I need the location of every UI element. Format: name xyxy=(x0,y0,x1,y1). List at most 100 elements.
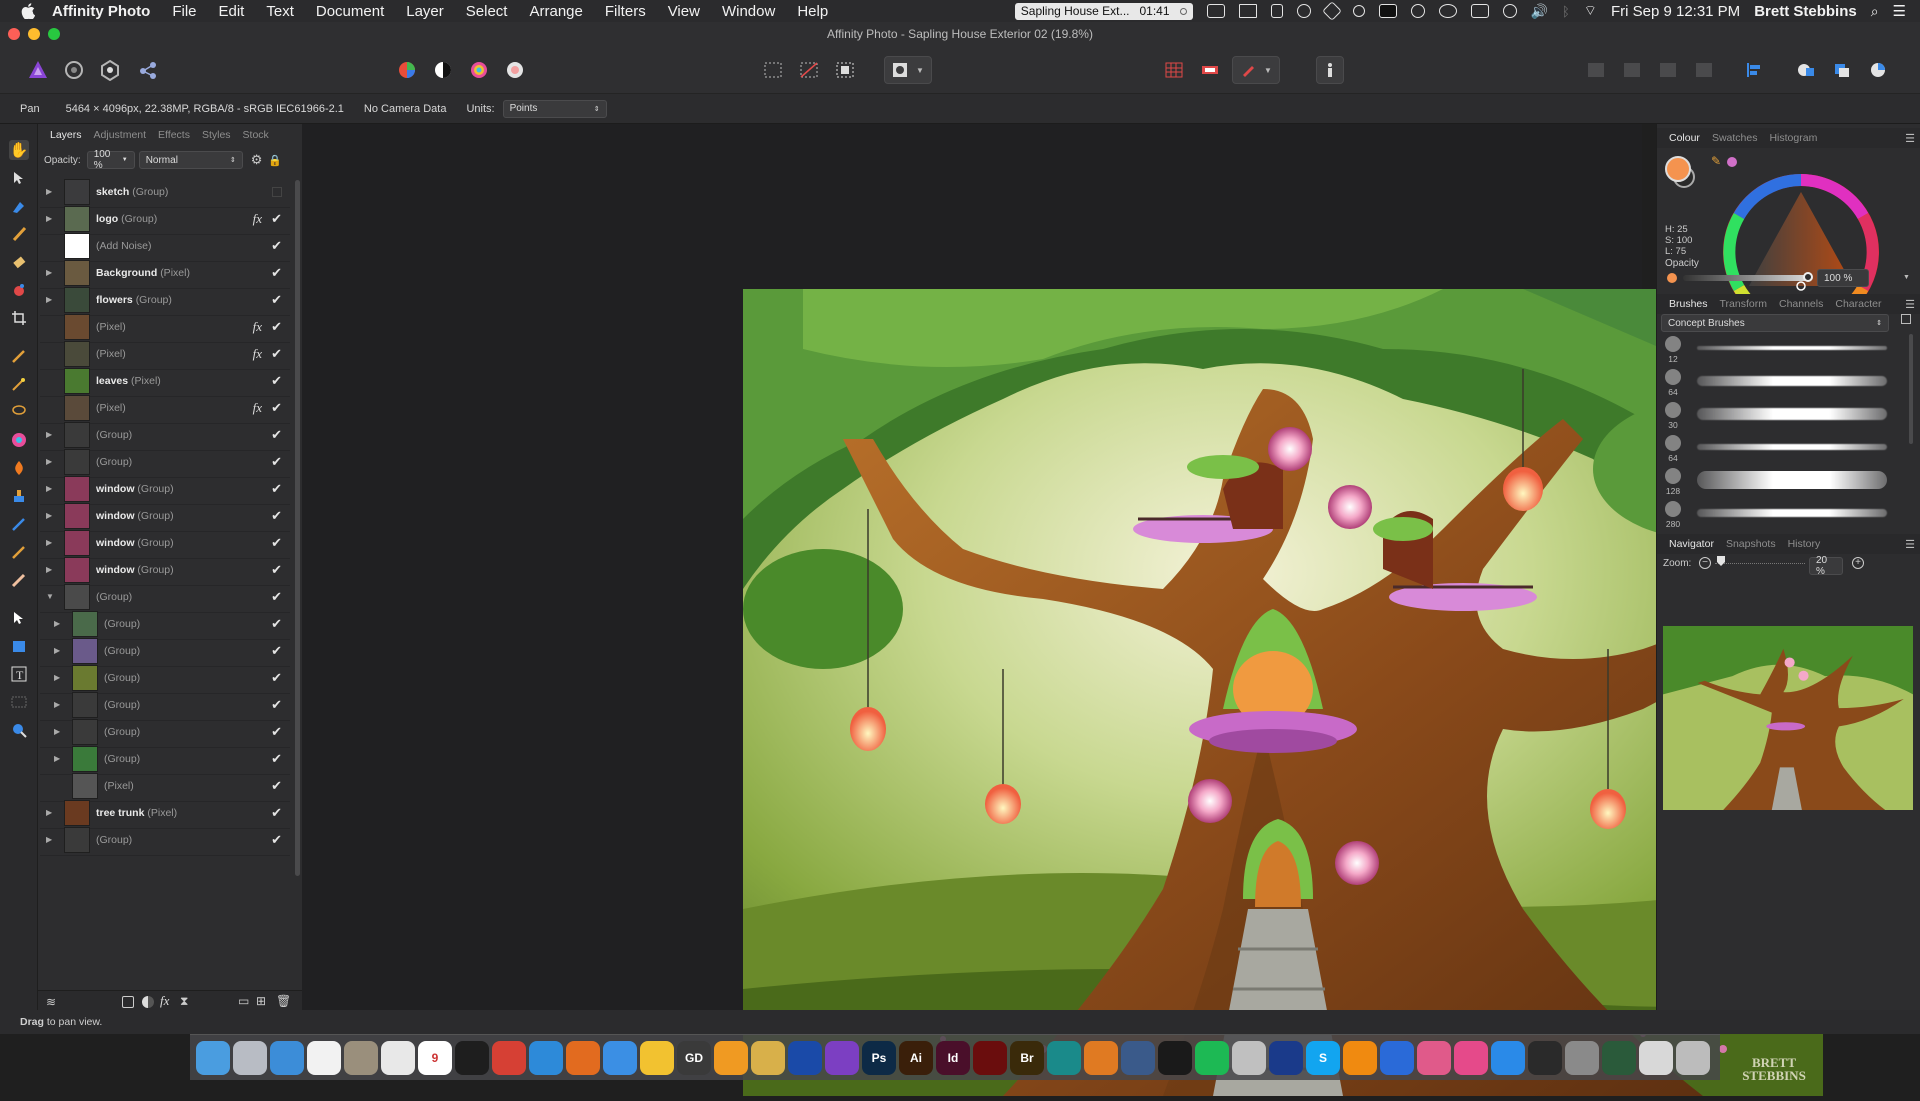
expand-arrow-icon[interactable]: ▶ xyxy=(46,808,58,817)
assistant-options-button[interactable]: ▼ xyxy=(1232,56,1280,84)
zoom-field[interactable]: 20 % xyxy=(1809,555,1843,577)
brush-stroke-preview[interactable] xyxy=(1697,471,1887,489)
visibility-checkbox[interactable]: ✔ xyxy=(271,643,282,659)
canvas-area[interactable]: BRETT STEBBINS xyxy=(302,124,1843,1096)
mask-icon[interactable] xyxy=(122,996,134,1008)
auto-contrast-icon[interactable] xyxy=(429,56,457,84)
develop-persona-icon[interactable] xyxy=(96,56,124,84)
deselect-icon[interactable] xyxy=(795,56,823,84)
expand-arrow-icon[interactable]: ▶ xyxy=(46,835,58,844)
menubar-datetime[interactable]: Fri Sep 9 12:31 PM xyxy=(1611,3,1740,20)
dodge-brush-icon[interactable] xyxy=(9,570,29,590)
close-window-button[interactable] xyxy=(8,28,20,40)
dock-app-icon[interactable]: 9 xyxy=(418,1040,452,1075)
visibility-checkbox[interactable] xyxy=(272,187,282,197)
visibility-checkbox[interactable]: ✔ xyxy=(271,319,282,335)
fx-icon[interactable]: fx xyxy=(160,993,169,1009)
airplay-icon[interactable] xyxy=(1470,4,1489,18)
visibility-checkbox[interactable]: ✔ xyxy=(271,508,282,524)
brush-stroke-preview[interactable] xyxy=(1697,509,1887,517)
visibility-checkbox[interactable]: ✔ xyxy=(271,751,282,767)
dock-app-icon[interactable] xyxy=(1639,1040,1673,1075)
arrange-front-icon[interactable] xyxy=(1690,56,1718,84)
panel-menu-icon[interactable]: ☰ xyxy=(1905,538,1915,551)
expand-arrow-icon[interactable]: ▶ xyxy=(54,727,66,736)
clone-tool-icon[interactable] xyxy=(9,486,29,506)
menu-edit[interactable]: Edit xyxy=(219,3,245,20)
fx-icon[interactable]: fx xyxy=(253,211,262,227)
dock-app-icon[interactable]: Id xyxy=(936,1040,970,1075)
menu-layer[interactable]: Layer xyxy=(406,3,444,20)
tab-adjustment[interactable]: Adjustment xyxy=(94,129,147,141)
menu-text[interactable]: Text xyxy=(266,3,294,20)
photo-persona-icon[interactable] xyxy=(24,56,52,84)
dock-app-icon[interactable] xyxy=(1676,1040,1710,1075)
visibility-checkbox[interactable]: ✔ xyxy=(271,778,282,794)
dock-app-icon[interactable] xyxy=(233,1040,267,1075)
blend-mode-select[interactable]: Normal ⇕ xyxy=(138,151,243,169)
marquee-select-icon[interactable] xyxy=(759,56,787,84)
tab-character[interactable]: Character xyxy=(1835,298,1881,310)
eyedropper-icon[interactable]: ✎ xyxy=(1711,154,1721,168)
visibility-checkbox[interactable]: ✔ xyxy=(271,805,282,821)
gear-icon[interactable]: ⚙ xyxy=(251,152,263,168)
dock-app-icon[interactable] xyxy=(1528,1040,1562,1075)
brush-tip-icon[interactable] xyxy=(1665,435,1681,451)
visibility-checkbox[interactable]: ✔ xyxy=(271,562,282,578)
auto-white-balance-icon[interactable] xyxy=(501,56,529,84)
minimize-window-button[interactable] xyxy=(28,28,40,40)
expand-arrow-icon[interactable]: ▶ xyxy=(46,214,58,223)
arrange-back-icon[interactable] xyxy=(1582,56,1610,84)
dock-app-icon[interactable] xyxy=(1232,1040,1266,1075)
menu-view[interactable]: View xyxy=(668,3,700,20)
colour-opacity-field[interactable]: 100 % xyxy=(1817,269,1869,287)
wifi-icon[interactable]: ⌔ xyxy=(1584,2,1597,20)
rectangle-tool-icon[interactable] xyxy=(9,636,29,656)
dock-app-icon[interactable] xyxy=(529,1040,563,1075)
units-select[interactable]: Points ⇕ xyxy=(502,99,607,118)
live-filter-icon[interactable]: ⧗ xyxy=(180,994,188,1009)
dock-app-icon[interactable] xyxy=(751,1040,785,1075)
tab-swatches[interactable]: Swatches xyxy=(1712,132,1758,144)
layers-stack-icon[interactable]: ≋ xyxy=(46,995,56,1009)
brush-tip-icon[interactable] xyxy=(1665,369,1681,385)
apple-menu-icon[interactable] xyxy=(18,1,38,21)
mesh-warp-icon[interactable] xyxy=(9,692,29,712)
brush-stroke-preview[interactable] xyxy=(1697,376,1887,386)
expand-arrow-icon[interactable]: ▶ xyxy=(54,673,66,682)
dock-app-icon[interactable] xyxy=(1565,1040,1599,1075)
volume-icon[interactable]: 🔊 xyxy=(1531,3,1548,20)
dock-app-icon[interactable] xyxy=(714,1040,748,1075)
menu-file[interactable]: File xyxy=(172,3,196,20)
dock-app-icon[interactable] xyxy=(1417,1040,1451,1075)
boolean-subtract-icon[interactable] xyxy=(1828,56,1856,84)
dock-app-icon[interactable] xyxy=(825,1040,859,1075)
visibility-checkbox[interactable]: ✔ xyxy=(271,589,282,605)
primary-color-swatch[interactable] xyxy=(1665,156,1691,182)
visibility-checkbox[interactable]: ✔ xyxy=(271,265,282,281)
tab-channels[interactable]: Channels xyxy=(1779,298,1823,310)
selection-brush-icon[interactable] xyxy=(9,196,29,216)
tab-navigator[interactable]: Navigator xyxy=(1669,538,1714,550)
tab-histogram[interactable]: Histogram xyxy=(1769,132,1817,144)
dock-app-icon[interactable]: S xyxy=(1306,1040,1340,1075)
tab-stock[interactable]: Stock xyxy=(243,129,269,141)
dock-app-icon[interactable] xyxy=(344,1040,378,1075)
visibility-checkbox[interactable]: ✔ xyxy=(271,346,282,362)
visibility-checkbox[interactable]: ✔ xyxy=(271,832,282,848)
erase-brush-icon[interactable] xyxy=(9,252,29,272)
colour-opacity-slider-handle[interactable] xyxy=(1803,272,1813,282)
paint-brush-icon[interactable] xyxy=(9,224,29,244)
blur-brush-icon[interactable] xyxy=(9,514,29,534)
tab-history[interactable]: History xyxy=(1788,538,1821,550)
expand-open-icon[interactable]: ▼ xyxy=(46,592,58,601)
export-persona-icon[interactable] xyxy=(134,56,162,84)
visibility-checkbox[interactable]: ✔ xyxy=(271,535,282,551)
tab-styles[interactable]: Styles xyxy=(202,129,231,141)
panel-menu-icon[interactable]: ☰ xyxy=(1905,132,1915,145)
expand-arrow-icon[interactable]: ▶ xyxy=(46,484,58,493)
adjustment-icon[interactable] xyxy=(142,996,154,1008)
dock-app-icon[interactable]: Ai xyxy=(899,1040,933,1075)
visibility-checkbox[interactable]: ✔ xyxy=(271,211,282,227)
dock-app-icon[interactable] xyxy=(307,1040,341,1075)
